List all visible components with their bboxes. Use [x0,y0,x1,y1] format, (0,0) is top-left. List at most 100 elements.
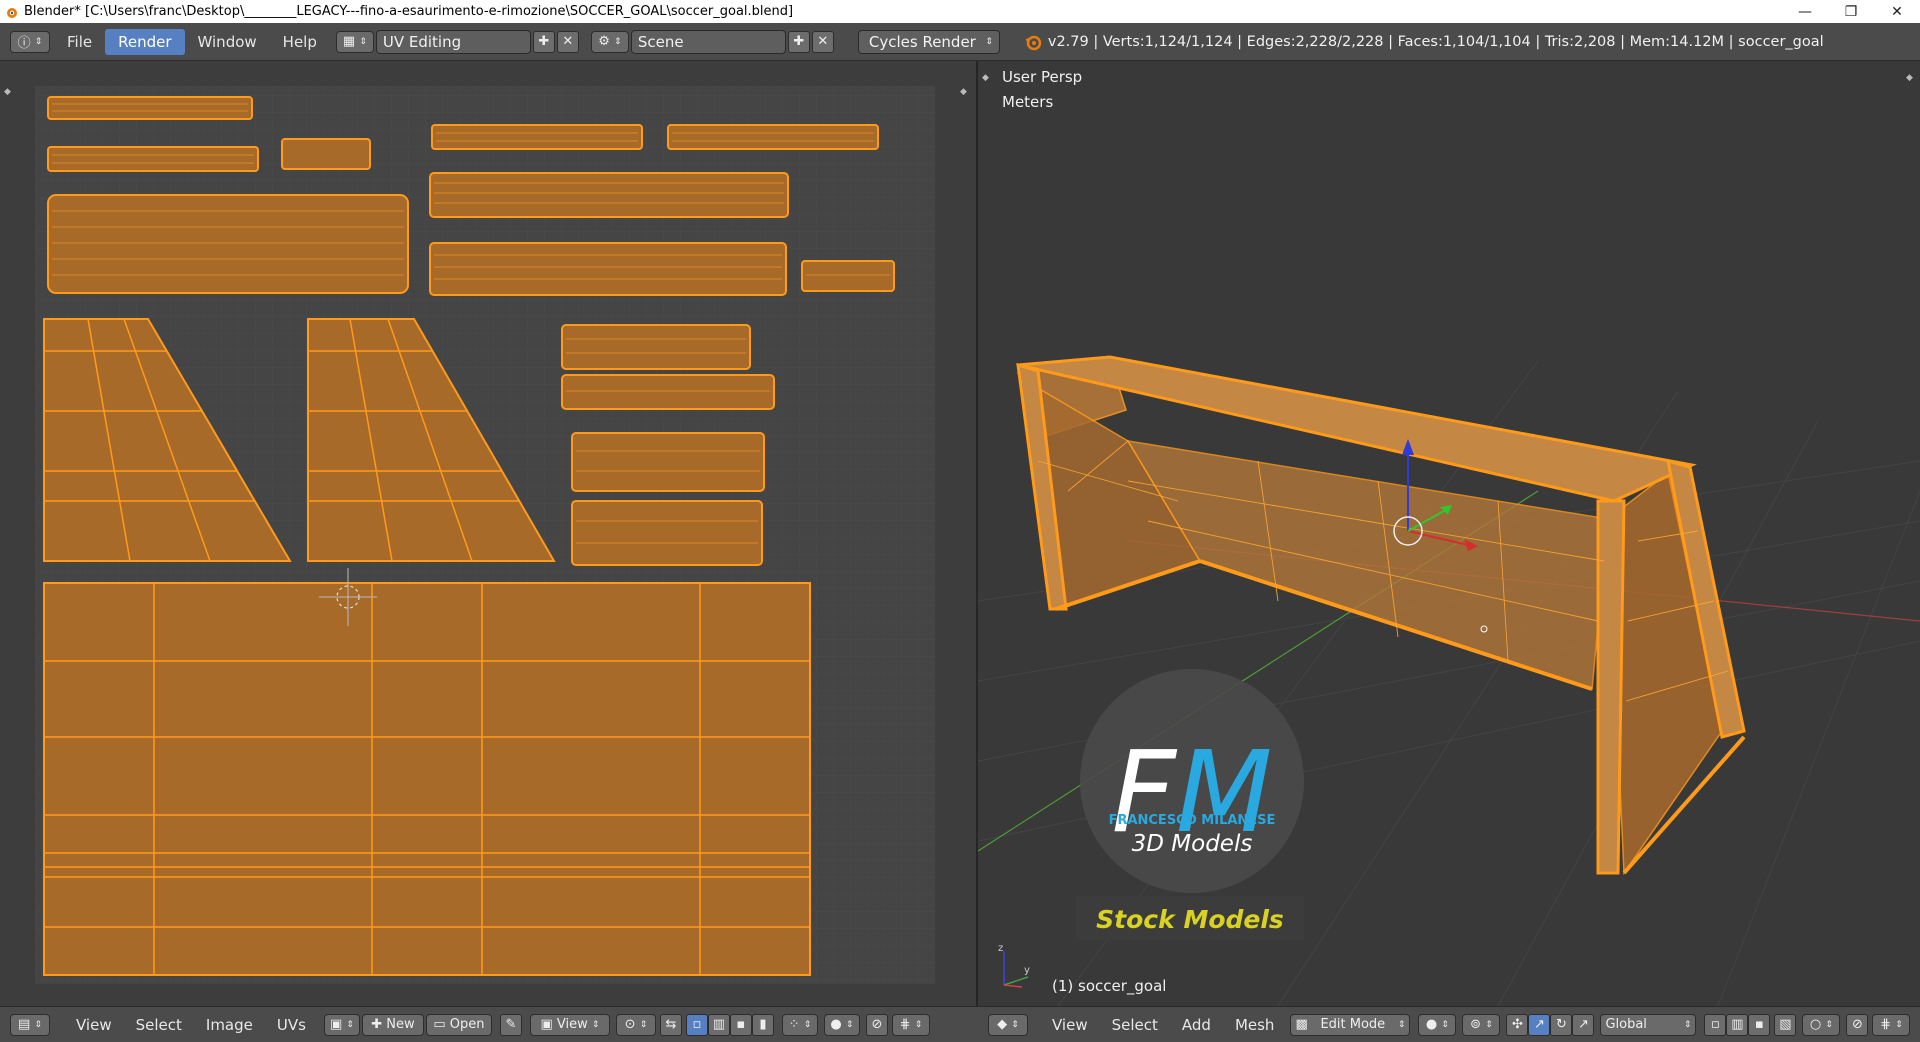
snap-increment-icon: ⋕ [899,1017,911,1032]
pivot-dropdown[interactable]: ⊙ ⇕ [615,1013,656,1036]
plus-icon[interactable]: ✚ [532,30,555,53]
maximize-button[interactable]: ❐ [1828,4,1874,20]
vp-menu-add[interactable]: Add [1170,1016,1223,1034]
screen-layout-button[interactable]: ▦ ⇕ [335,30,374,53]
rotate-manipulator-icon[interactable]: ↻ [1550,1013,1573,1036]
orientation-label: Global [1605,1017,1647,1032]
close-button[interactable]: ✕ [1874,4,1920,20]
chevron-updown-icon: ⇕ [346,1019,354,1030]
mode-dropdown[interactable]: ▩ Edit Mode ⇕ [1290,1013,1411,1036]
sync-selection-icon[interactable]: ⇆ [659,1013,682,1036]
editor-type-button[interactable]: ⓘ ⇕ [10,30,50,53]
uv-island-strip [429,172,789,218]
proportional-edit-dropdown[interactable]: ● ⇕ [823,1013,860,1036]
watermark-banner: Stock Models [1096,905,1284,934]
orientation-dropdown[interactable]: Global ⇕ [1600,1013,1697,1036]
panel-expand-icon[interactable]: ◆ [982,73,989,83]
3d-viewport-header: ◆ ⇕ View Select Add Mesh ▩ Edit Mode ⇕ ● ⇕… [988,1007,1911,1042]
chevron-updown-icon: ⇕ [34,36,43,47]
render-engine-label: Cycles Render [868,32,976,51]
render-engine-dropdown[interactable]: Cycles Render ⇕ [857,29,1000,54]
menu-help[interactable]: Help [270,29,330,55]
open-image-button[interactable]: ▭ Open [425,1013,492,1036]
viewport-canvas[interactable]: z y FM FRANCESCO MILANESE 3D Models Stoc… [978,61,1920,1006]
edge-select-icon[interactable]: ▥ [1726,1013,1749,1036]
chevron-updown-icon: ⇕ [845,1019,854,1030]
menu-render[interactable]: Render [105,28,185,55]
menu-window[interactable]: Window [185,29,270,55]
snap-element-dropdown[interactable]: ⋕ ⇕ [891,1013,930,1036]
watermark-author: FRANCESCO MILANESE [1109,813,1276,828]
shading-dropdown[interactable]: ● ⇕ [1418,1013,1457,1036]
uv-editor[interactable]: ◆ ◆ [0,61,976,1006]
uv-island-strip [801,260,895,292]
scene-icon: ⚙ [598,34,610,49]
view-name-label: User Persp [1002,68,1083,86]
translate-manipulator-icon[interactable]: ↗ [1528,1013,1551,1036]
proportional-edit-dropdown[interactable]: ○ ⇕ [1802,1013,1841,1036]
scene-field[interactable]: Scene [630,29,786,54]
pin-icon[interactable]: ✎ [499,1013,522,1036]
vp-menu-mesh[interactable]: Mesh [1223,1016,1287,1034]
vertex-select-icon[interactable]: ▫ [1704,1013,1727,1036]
x-icon[interactable]: ✕ [811,30,834,53]
minimize-button[interactable]: — [1782,4,1828,20]
scene-selector-button[interactable]: ⚙ ⇕ [590,30,629,53]
window-title: Blender* [C:\Users\franc\Desktop\_______… [24,4,794,19]
chevron-updown-icon: ⇕ [914,1019,923,1030]
editor-type-button[interactable]: ▤ ⇕ [10,1013,50,1036]
edge-select-icon[interactable]: ▥ [707,1013,730,1036]
snap-increment-icon: ⋕ [1880,1017,1892,1032]
panel-expand-icon[interactable]: ◆ [4,87,11,97]
uv-island-strip [667,124,879,150]
chevron-updown-icon: ⇕ [591,1019,600,1030]
uv-island-strip [571,500,763,566]
manipulator-toggle-icon[interactable]: ✣ [1506,1013,1529,1036]
blender-logo-icon [1025,35,1042,50]
uv-canvas[interactable] [0,61,976,1006]
uv-menu-select[interactable]: Select [124,1016,194,1034]
sticky-selection-dropdown[interactable]: ⁘ ⇕ [781,1013,818,1036]
screen-layout-field[interactable]: UV Editing [375,29,531,54]
uv-menu-uvs[interactable]: UVs [265,1016,318,1034]
chevron-updown-icon: ⇕ [614,36,622,47]
folder-icon: ▭ [433,1017,446,1032]
island-select-icon[interactable]: ▮ [751,1013,774,1036]
face-select-icon[interactable]: ▪ [729,1013,752,1036]
vertex-select-icon[interactable]: ▫ [685,1013,708,1036]
vp-menu-view[interactable]: View [1040,1016,1100,1034]
editor-type-button[interactable]: ◆ ⇕ [988,1013,1028,1036]
panel-expand-icon[interactable]: ◆ [960,87,967,97]
limit-selection-icon[interactable]: ▧ [1774,1013,1797,1036]
view-mode-dropdown[interactable]: ▣ View ⇕ [529,1013,610,1036]
face-select-icon[interactable]: ▪ [1748,1013,1771,1036]
uv-island-strip [47,146,259,172]
uv-island-strip [47,96,253,120]
vp-menu-select[interactable]: Select [1100,1016,1170,1034]
image-browse-button[interactable]: ▣ ⇕ [323,1013,360,1036]
uv-menu-image[interactable]: Image [194,1016,265,1034]
snap-element-dropdown[interactable]: ⋕ ⇕ [1872,1013,1911,1036]
uv-island-strip [571,432,765,492]
snap-icon[interactable]: ⊘ [1846,1013,1869,1036]
3d-view-icon: ◆ [997,1017,1008,1032]
panel-expand-icon[interactable]: ◆ [1906,73,1913,83]
open-image-label: Open [449,1017,485,1032]
watermark-subtitle: 3D Models [1132,831,1253,857]
snap-icon[interactable]: ⊘ [865,1013,888,1036]
pivot-dropdown[interactable]: ⊚ ⇕ [1462,1013,1501,1036]
blender-logo-icon [7,7,17,18]
chevron-updown-icon: ⇕ [803,1019,812,1030]
pivot-icon: ⊚ [1470,1017,1482,1032]
new-image-button[interactable]: ✚ New [361,1013,424,1036]
x-icon[interactable]: ✕ [556,30,579,53]
chevron-updown-icon: ⇕ [1895,1019,1903,1030]
chevron-updown-icon: ⇕ [1683,1019,1692,1030]
uv-island-strip [561,324,751,370]
svg-text:y: y [1024,965,1030,976]
3d-viewport[interactable]: z y FM FRANCESCO MILANESE 3D Models Stoc… [978,61,1920,1006]
scale-manipulator-icon[interactable]: ↗ [1572,1013,1595,1036]
plus-icon[interactable]: ✚ [787,30,810,53]
menu-file[interactable]: File [54,29,105,55]
uv-menu-view[interactable]: View [64,1016,124,1034]
